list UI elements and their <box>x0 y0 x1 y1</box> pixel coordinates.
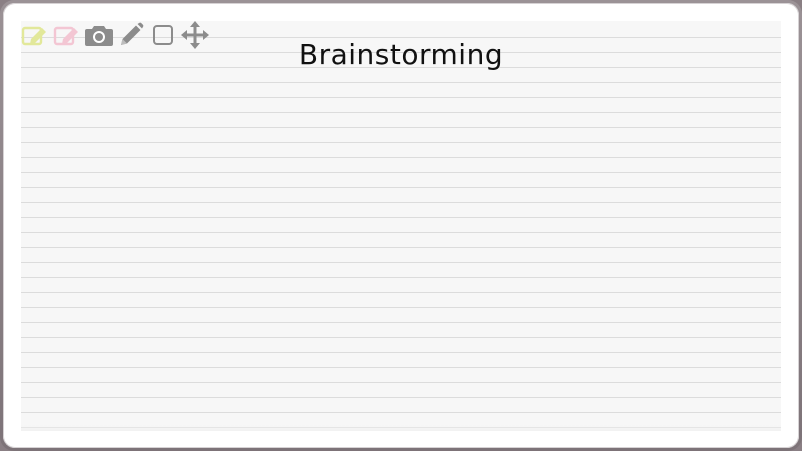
note-title[interactable]: Brainstorming <box>0 38 802 71</box>
lined-paper <box>21 21 781 431</box>
